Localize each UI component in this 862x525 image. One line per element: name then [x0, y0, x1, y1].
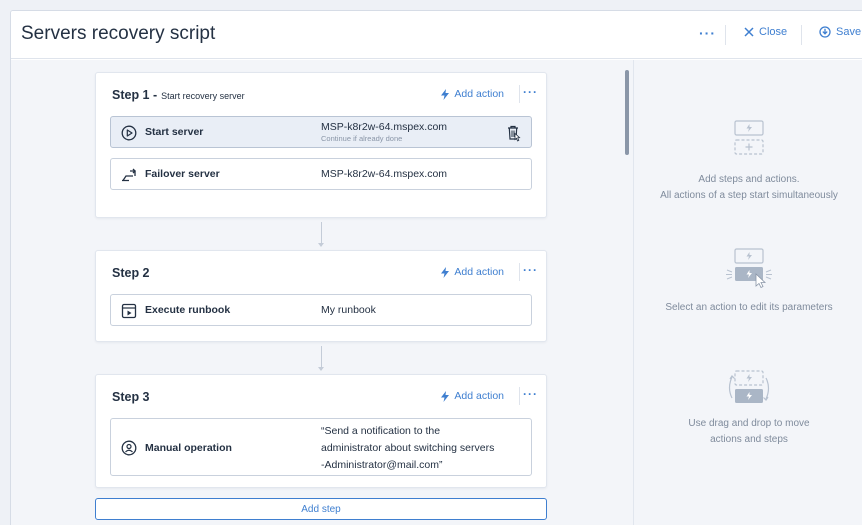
- hint-text: Select an action to edit its parameters: [665, 302, 833, 313]
- add-action-label: Add action: [454, 390, 504, 402]
- lightning-icon: [441, 88, 450, 100]
- step-subtitle: Start recovery server: [161, 91, 245, 101]
- step-title: Step 2: [112, 266, 150, 280]
- hint-text: actions and steps: [710, 434, 788, 445]
- manual-operation-icon: [121, 440, 137, 456]
- action-failover-server[interactable]: Failover server MSP-k8r2w-64.mspex.com: [110, 158, 532, 190]
- runbook-icon: [121, 303, 137, 319]
- step-connector-arrow: [318, 346, 324, 371]
- action-name: Manual operation: [145, 442, 232, 454]
- scrollbar-thumb[interactable]: [625, 70, 629, 155]
- step-heading: Step 1 - Start recovery server: [112, 88, 245, 102]
- divider: [519, 387, 520, 405]
- help-panel: Add steps and actions. All actions of a …: [633, 60, 862, 525]
- action-name: Execute runbook: [145, 304, 231, 316]
- divider: [519, 263, 520, 281]
- lightning-icon: [441, 390, 450, 402]
- action-value: My runbook: [321, 304, 376, 316]
- hint-text: Add steps and actions.: [698, 174, 800, 185]
- action-start-server[interactable]: Start server MSP-k8r2w-64.mspex.com Cont…: [110, 116, 532, 148]
- step-more-button[interactable]: ···: [523, 263, 538, 277]
- hint-text: Use drag and drop to move: [688, 418, 810, 429]
- divider: [519, 85, 520, 103]
- step-heading: Step 3: [112, 390, 150, 404]
- step-card-1[interactable]: Step 1 - Start recovery server Add actio…: [95, 72, 547, 218]
- play-circle-icon: [121, 125, 137, 141]
- header-more-button[interactable]: ···: [699, 25, 716, 41]
- drag-drop-illustration-icon: [728, 370, 770, 403]
- save-button[interactable]: Save: [819, 26, 861, 38]
- hint-text: All actions of a step start simultaneous…: [660, 190, 838, 201]
- action-value-line: “Send a notification to the: [321, 425, 441, 437]
- select-action-illustration-icon: [726, 248, 772, 288]
- failover-icon: [122, 168, 136, 182]
- page-title: Servers recovery script: [21, 23, 216, 44]
- close-icon: [744, 27, 754, 37]
- add-action-button[interactable]: Add action: [441, 390, 504, 402]
- header-bar: Servers recovery script ··· Close Save: [11, 11, 862, 59]
- header-divider: [801, 25, 802, 45]
- action-name: Failover server: [145, 168, 220, 180]
- step-more-button[interactable]: ···: [523, 85, 538, 99]
- steps-canvas[interactable]: Step 1 - Start recovery server Add actio…: [11, 60, 633, 525]
- add-step-button[interactable]: Add step: [95, 498, 547, 520]
- step-card-2[interactable]: Step 2 Add action ··· Execute runbook My…: [95, 250, 547, 342]
- lightning-icon: [441, 266, 450, 278]
- action-name: Start server: [145, 126, 204, 138]
- add-step-illustration-icon: [734, 120, 764, 155]
- add-action-button[interactable]: Add action: [441, 88, 504, 100]
- close-button[interactable]: Close: [744, 26, 787, 38]
- action-value-line: administrator about switching servers: [321, 442, 495, 454]
- action-execute-runbook[interactable]: Execute runbook My runbook: [110, 294, 532, 326]
- action-value: MSP-k8r2w-64.mspex.com: [321, 168, 448, 180]
- action-value-line: -Administrator@mail.com”: [321, 459, 443, 471]
- step-heading: Step 2: [112, 266, 150, 280]
- delete-icon[interactable]: [505, 124, 521, 142]
- action-note: Continue if already done: [321, 134, 403, 143]
- close-button-label: Close: [759, 26, 788, 38]
- add-action-label: Add action: [454, 88, 504, 100]
- save-button-label: Save: [836, 26, 862, 38]
- action-manual-operation[interactable]: Manual operation “Send a notification to…: [110, 418, 532, 476]
- script-editor-window: Servers recovery script ··· Close Save S…: [10, 10, 862, 525]
- step-more-button[interactable]: ···: [523, 387, 538, 401]
- save-icon: [819, 26, 831, 38]
- header-divider: [725, 25, 726, 45]
- action-value: MSP-k8r2w-64.mspex.com: [321, 121, 448, 133]
- step-title: Step 3: [112, 390, 150, 404]
- step-card-3[interactable]: Step 3 Add action ··· Manual operation “…: [95, 374, 547, 488]
- add-action-label: Add action: [454, 266, 504, 278]
- step-title: Step 1 -: [112, 88, 158, 102]
- add-action-button[interactable]: Add action: [441, 266, 504, 278]
- step-connector-arrow: [318, 222, 324, 247]
